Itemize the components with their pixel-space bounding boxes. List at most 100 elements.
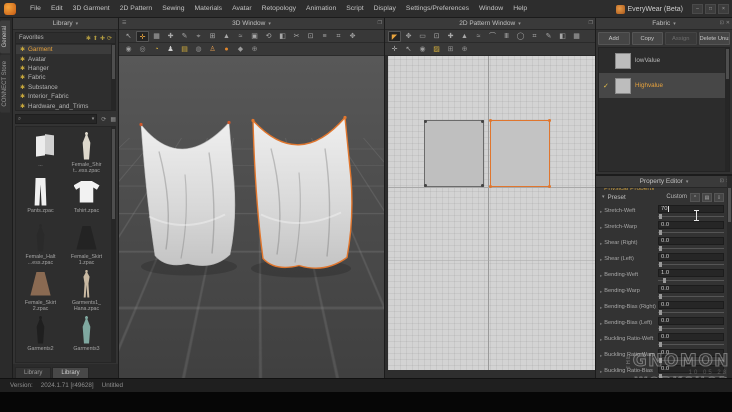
tool-icon[interactable]: ≈ [472, 31, 485, 42]
tool-icon[interactable]: Ⅲ [500, 31, 513, 42]
maximize-window-icon[interactable]: ❐ [589, 20, 593, 26]
library-search-input[interactable]: ⌕ ▾ [15, 114, 98, 124]
preset-icon-button[interactable]: ⇩ [714, 192, 724, 202]
app-logo-icon[interactable] [4, 3, 16, 15]
menu-item[interactable]: Avatar [228, 3, 256, 14]
slider-thumb[interactable] [659, 326, 663, 331]
favorites-item[interactable]: ✱ Garment [16, 45, 115, 55]
slider-thumb[interactable] [659, 342, 663, 347]
menu-item[interactable]: Script [342, 3, 367, 14]
chevron-down-icon[interactable]: ▾ [518, 21, 521, 27]
property-slider[interactable] [658, 278, 724, 283]
library-item[interactable]: ... [18, 129, 63, 174]
tool-icon[interactable]: ✚ [164, 31, 177, 42]
favorites-header-icon[interactable]: ⟳ [107, 35, 112, 42]
favorites-item[interactable]: ✱ Hardware_and_Trims [16, 101, 115, 110]
tool-icon[interactable]: ♙ [206, 44, 219, 55]
tool-icon[interactable]: ✂ [290, 31, 303, 42]
tool-icon[interactable]: ≡ [318, 31, 331, 42]
tool-icon[interactable]: ⟲ [262, 31, 275, 42]
slider-thumb[interactable] [662, 278, 666, 283]
undock-panel-icon[interactable]: ⊡ [720, 20, 724, 26]
property-value-field[interactable]: 0.0 [658, 237, 724, 245]
expand-arrow-icon[interactable]: ▸ [600, 209, 602, 215]
undock-panel-icon[interactable]: ⊡ [720, 178, 724, 184]
expand-arrow-icon[interactable]: ▸ [600, 353, 602, 359]
fabric-action-button[interactable]: Assign [665, 32, 697, 45]
favorites-header-icon[interactable]: ⬆ [93, 35, 98, 42]
fabric-list-item[interactable]: ✓ lowValue [599, 48, 729, 73]
side-strip-tab[interactable]: General [0, 20, 10, 54]
library-item[interactable]: Tshirt.zpac [64, 175, 109, 220]
tool-icon[interactable]: ▣ [248, 31, 261, 42]
tool-icon[interactable]: ♟ [164, 44, 177, 55]
library-item[interactable]: Garments2 [18, 313, 63, 358]
close-panel-icon[interactable]: ✕ [726, 20, 730, 26]
property-editor-header[interactable]: Property Editor ▾ ⊡ ✕ [596, 176, 732, 188]
favorites-item[interactable]: ✱ Hanger [16, 64, 115, 73]
side-strip-tab[interactable]: CONNECT Store [0, 55, 10, 113]
menu-item[interactable]: Materials [191, 3, 227, 14]
expand-arrow-icon[interactable]: ▸ [600, 369, 602, 375]
property-slider[interactable] [658, 230, 724, 235]
expand-arrow-icon[interactable]: ▸ [600, 241, 602, 247]
tool-icon[interactable]: ◯ [514, 31, 527, 42]
fabric-action-button[interactable]: Delete Unused [698, 32, 730, 45]
search-filter-caret-icon[interactable]: ▾ [92, 116, 95, 122]
tool-icon[interactable]: ◉ [122, 44, 135, 55]
favorites-header-icon[interactable]: ✚ [100, 35, 105, 42]
library-view-mode-icon[interactable]: ▦ [110, 116, 116, 123]
menu-item[interactable]: 2D Pattern [116, 3, 157, 14]
tool-icon[interactable]: ◤ [388, 30, 401, 42]
fabric-list-item[interactable]: ✓ Highvalue [599, 73, 729, 98]
library-item[interactable]: Garments1_ Hana.zpac [64, 267, 109, 312]
menu-item[interactable]: Edit [47, 3, 67, 14]
tool-icon[interactable]: ✛ [388, 44, 401, 55]
tool-icon[interactable]: ⊡ [430, 31, 443, 42]
library-item[interactable]: Female_Skirt 2.zpac [18, 267, 63, 312]
library-item[interactable]: Garments3 [64, 313, 109, 358]
tool-icon[interactable]: ⌗ [332, 31, 345, 42]
favorites-header-icon[interactable]: ✱ [86, 35, 91, 42]
tool-icon[interactable]: ⌖ [192, 31, 205, 42]
menu-item[interactable]: Help [509, 3, 531, 14]
favorites-item[interactable]: ✱ Interior_Fabric [16, 92, 115, 101]
tool-icon[interactable]: ✎ [542, 31, 555, 42]
fabric-swatch[interactable] [615, 77, 631, 94]
tool-icon[interactable]: ▲ [220, 31, 233, 42]
tool-icon[interactable]: ◉ [416, 44, 429, 55]
slider-thumb[interactable] [659, 246, 663, 251]
expand-arrow-icon[interactable]: ▸ [600, 321, 602, 327]
tool-icon[interactable]: ◎ [136, 44, 149, 55]
window-button[interactable]: × [718, 4, 729, 14]
menu-item[interactable]: Animation [302, 3, 340, 14]
expand-arrow-icon[interactable]: ▸ [600, 225, 602, 231]
chevron-down-icon[interactable]: ▾ [76, 21, 79, 27]
tool-icon[interactable]: ✥ [346, 31, 359, 42]
window-button[interactable]: – [692, 4, 703, 14]
fabric-scrollbar[interactable] [725, 48, 729, 171]
slider-thumb[interactable] [659, 262, 663, 267]
menu-item[interactable]: Display [370, 3, 400, 14]
tool-icon[interactable]: ▭ [416, 31, 429, 42]
tool-icon[interactable]: ⊡ [304, 31, 317, 42]
property-value-field[interactable]: 0.0 [658, 317, 724, 325]
expand-arrow-icon[interactable]: ▸ [600, 337, 602, 343]
library-item[interactable]: Female_Skirt 1.zpac [64, 221, 109, 266]
chevron-down-icon[interactable]: ▾ [686, 179, 689, 185]
3d-viewport[interactable] [119, 56, 384, 378]
tool-icon[interactable]: ◍ [192, 44, 205, 55]
tool-icon[interactable]: ⊕ [248, 44, 261, 55]
tool-icon[interactable]: ◧ [276, 31, 289, 42]
library-item[interactable]: Female_Shir t...ess.zpac [64, 129, 109, 174]
property-slider[interactable] [658, 310, 724, 315]
property-slider[interactable] [658, 342, 724, 347]
preset-value[interactable]: Custom [666, 194, 687, 200]
slider-thumb[interactable] [659, 214, 663, 219]
tool-icon[interactable]: ● [220, 44, 233, 55]
property-value-field[interactable]: 0.0 [658, 365, 724, 373]
pattern-piece-left[interactable] [424, 120, 484, 187]
property-slider[interactable] [658, 214, 724, 219]
expand-arrow-icon[interactable]: ▸ [600, 305, 602, 311]
menu-item[interactable]: Sewing [158, 3, 188, 14]
